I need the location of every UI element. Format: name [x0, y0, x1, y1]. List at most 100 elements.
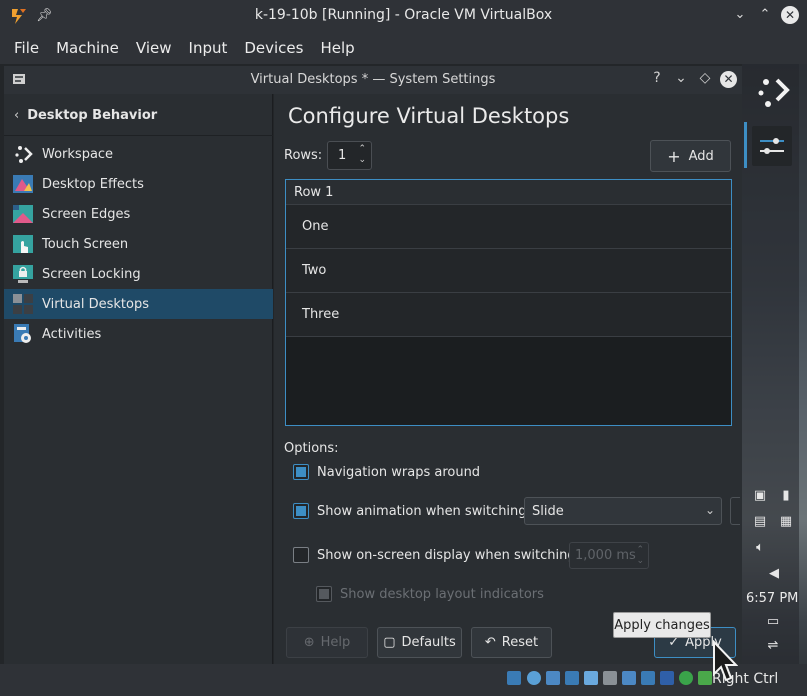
usb-status-icon[interactable]	[584, 671, 598, 685]
reset-button[interactable]: ↶ Reset	[471, 627, 552, 658]
show-animation-label: Show animation when switching:	[317, 503, 531, 519]
show-osd-checkbox[interactable]: Show on-screen display when switching:	[293, 547, 580, 563]
checkbox-checked[interactable]	[293, 464, 309, 480]
rows-value: 1	[338, 148, 347, 163]
display-status-icon[interactable]	[622, 671, 636, 685]
sidebar-item-label: Virtual Desktops	[42, 296, 149, 312]
host-window-title: k-19-10b [Running] - Oracle VM VirtualBo…	[254, 7, 553, 23]
add-button[interactable]: + Add	[650, 140, 731, 172]
back-button[interactable]: ‹ Desktop Behavior	[14, 108, 157, 123]
clipboard-icon[interactable]: ▦	[777, 514, 795, 532]
activities-icon	[14, 324, 31, 343]
help-icon: ⊕	[303, 635, 315, 650]
sidebar-item-label: Desktop Effects	[42, 176, 144, 192]
add-label: Add	[688, 148, 714, 164]
osd-duration-spinbox[interactable]: 1,000 ms ⌃ ⌄	[569, 542, 649, 569]
shared-folders-icon[interactable]	[603, 671, 617, 685]
menu-devices[interactable]: Devices	[236, 39, 311, 57]
rows-spinbox[interactable]: 1 ⌃ ⌄	[327, 141, 372, 170]
sidebar-item-screen-locking[interactable]: Screen Locking	[4, 259, 273, 289]
sidebar-item-activities[interactable]: Activities	[4, 319, 273, 349]
host-menu-bar: File Machine View Input Devices Help	[0, 32, 807, 64]
host-title-bar: 📌︎ k-19-10b [Running] - Oracle VM Virtua…	[0, 0, 807, 32]
menu-help[interactable]: Help	[312, 39, 362, 57]
mouse-cursor-icon	[713, 640, 738, 682]
usb-icon[interactable]: ▮	[777, 488, 795, 506]
storage-icon[interactable]: ▤	[751, 514, 769, 532]
checkbox-disabled	[316, 586, 332, 602]
close-icon[interactable]: ✕	[720, 71, 737, 88]
sidebar-item-workspace[interactable]: Workspace	[4, 139, 273, 169]
help-button: ⊕ Help	[286, 627, 368, 658]
chevron-down-icon: ⌄	[704, 503, 715, 517]
sidebar-item-virtual-desktops[interactable]: Virtual Desktops	[4, 289, 273, 319]
nav-wraps-checkbox[interactable]: Navigation wraps around	[293, 464, 480, 480]
display-icon[interactable]: ▣	[751, 488, 769, 506]
volume-icon[interactable]: 🔈︎	[751, 540, 769, 558]
minimize-icon[interactable]: ⌄	[672, 70, 690, 86]
workspace-icon	[15, 146, 33, 163]
nav-wraps-label: Navigation wraps around	[317, 464, 481, 480]
defaults-icon: ▢	[383, 635, 396, 650]
clock[interactable]: 6:57 PM	[746, 591, 798, 606]
osd-duration-value: 1,000 ms	[575, 548, 636, 563]
video-capture-icon[interactable]	[641, 671, 655, 685]
audio-icon[interactable]	[546, 671, 560, 685]
reset-label: Reset	[501, 635, 539, 650]
apply-tooltip: Apply changes	[613, 612, 711, 638]
virtual-desktops-icon	[13, 294, 33, 314]
sidebar-item-desktop-effects[interactable]: Desktop Effects	[4, 169, 273, 199]
vt-x-icon[interactable]	[660, 671, 674, 685]
undo-icon: ↶	[484, 635, 496, 650]
menu-input[interactable]: Input	[181, 39, 236, 57]
kde-launcher-icon[interactable]	[753, 72, 793, 112]
desktop-effects-icon	[13, 175, 33, 193]
sidebar-item-screen-edges[interactable]: Screen Edges	[4, 199, 273, 229]
defaults-label: Defaults	[401, 635, 456, 650]
optical-drive-icon[interactable]	[527, 671, 541, 685]
system-settings-task[interactable]	[752, 126, 792, 166]
network-icon[interactable]	[565, 671, 579, 685]
sidebar-item-label: Activities	[42, 326, 102, 342]
show-desktop-icon[interactable]: ▭	[764, 614, 782, 632]
guest-additions-icon[interactable]	[679, 671, 693, 685]
keep-above-icon[interactable]: ◇	[696, 70, 714, 86]
minimize-icon[interactable]: ⌄	[731, 6, 749, 24]
back-label: Desktop Behavior	[27, 108, 158, 123]
animation-configure-button[interactable]	[730, 497, 740, 525]
desktop-list: Row 1 One Two Three	[285, 179, 732, 426]
defaults-button[interactable]: ▢ Defaults	[377, 627, 462, 658]
active-task-indicator	[744, 122, 747, 168]
screen-edges-icon	[13, 205, 33, 223]
touch-screen-icon	[13, 235, 33, 253]
list-item[interactable]: One	[286, 205, 731, 249]
list-item[interactable]: Three	[286, 293, 731, 337]
sidebar-item-label: Screen Locking	[42, 266, 141, 282]
sidebar-item-label: Workspace	[42, 146, 114, 162]
menu-file[interactable]: File	[6, 39, 47, 57]
close-icon[interactable]: ✕	[781, 6, 799, 24]
hard-disk-icon[interactable]	[507, 671, 521, 685]
layout-indicators-label: Show desktop layout indicators	[340, 586, 544, 602]
spin-arrows-icon: ⌃ ⌄	[636, 545, 644, 566]
show-animation-checkbox[interactable]: Show animation when switching:	[293, 503, 531, 519]
checkbox-checked[interactable]	[293, 503, 309, 519]
tray-expand-icon[interactable]: ◀	[765, 566, 783, 584]
settings-window-title: Virtual Desktops * — System Settings	[250, 72, 496, 87]
host-status-bar: Right Ctrl	[0, 664, 807, 696]
spin-arrows-icon[interactable]: ⌃ ⌄	[358, 144, 366, 166]
list-header: Row 1	[286, 180, 731, 205]
list-item[interactable]: Two	[286, 249, 731, 293]
menu-view[interactable]: View	[128, 39, 180, 57]
maximize-icon[interactable]: ⌃	[756, 6, 774, 24]
menu-machine[interactable]: Machine	[48, 39, 127, 57]
options-label: Options:	[284, 441, 339, 456]
sidebar-item-label: Touch Screen	[42, 236, 129, 252]
checkbox-unchecked[interactable]	[293, 547, 309, 563]
help-context-icon[interactable]: ?	[648, 70, 666, 86]
panel-settings-icon[interactable]: ⇌	[764, 638, 782, 656]
keyboard-capture-icon[interactable]	[698, 671, 712, 685]
sidebar-item-touch-screen[interactable]: Touch Screen	[4, 229, 273, 259]
animation-select[interactable]: Slide ⌄	[524, 497, 722, 525]
page-title: Configure Virtual Desktops	[288, 104, 570, 128]
